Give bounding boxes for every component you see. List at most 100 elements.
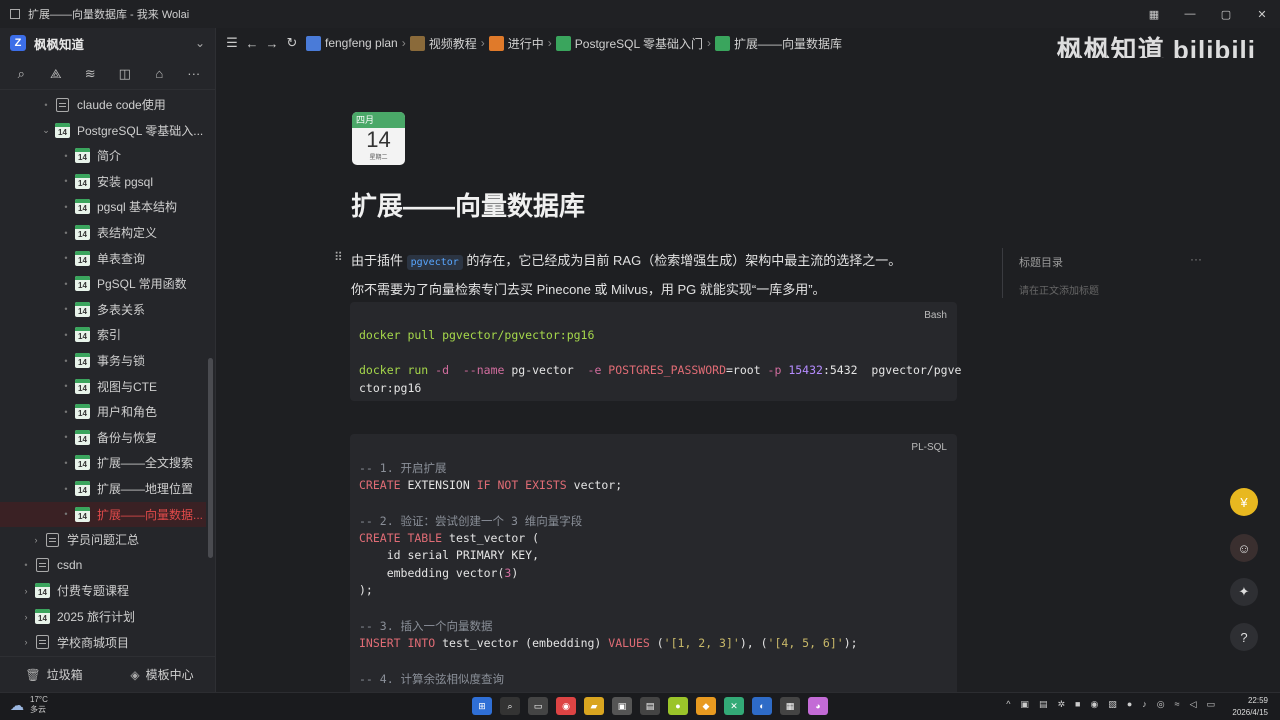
trash-button[interactable]: 🗑 垃圾箱 bbox=[0, 666, 108, 683]
volume-icon[interactable]: ◁ bbox=[1190, 699, 1197, 710]
sidebar-item[interactable]: • 14 单表查询 bbox=[0, 246, 206, 271]
code-block-sql[interactable]: PL-SQL -- 1. 开启扩展 CREATE EXTENSION IF NO… bbox=[350, 434, 957, 692]
tray-icon[interactable]: ◎ bbox=[1157, 699, 1165, 710]
sidebar-item[interactable]: • 14 事务与锁 bbox=[0, 348, 206, 373]
bullet-icon[interactable]: • bbox=[60, 202, 72, 212]
bullet-icon[interactable]: • bbox=[60, 356, 72, 366]
breadcrumb-item[interactable]: 进行中 › bbox=[488, 35, 552, 52]
sidebar-item[interactable]: › 学员问题汇总 bbox=[0, 527, 206, 552]
breadcrumb-item[interactable]: 视频教程 › bbox=[409, 35, 485, 52]
weather-widget[interactable]: ☁ 17°C 多云 bbox=[10, 695, 48, 715]
maximize-button[interactable]: ▢ bbox=[1208, 0, 1244, 28]
folder-icon[interactable]: ▰ bbox=[584, 697, 604, 715]
battery-icon[interactable]: ▭ bbox=[1206, 699, 1215, 710]
sidebar-item[interactable]: › 学校商城项目 bbox=[0, 630, 206, 652]
chevron-up-icon[interactable]: ^ bbox=[1006, 699, 1010, 710]
bullet-icon[interactable]: • bbox=[60, 509, 72, 519]
avatar[interactable]: ☺ bbox=[1230, 534, 1258, 562]
chevron-right-icon[interactable]: › bbox=[20, 612, 32, 622]
app-icon[interactable]: ◕ bbox=[808, 697, 828, 715]
breadcrumb-item[interactable]: PostgreSQL 零基础入门 › bbox=[555, 35, 711, 52]
tray-icon[interactable]: ▣ bbox=[1020, 699, 1029, 710]
more-icon[interactable]: ··· bbox=[182, 66, 206, 81]
page-title[interactable]: 扩展——向量数据库 bbox=[351, 186, 585, 223]
sidebar-item[interactable]: › 14 2025 旅行计划 bbox=[0, 604, 206, 629]
code-language-label[interactable]: PL-SQL bbox=[911, 442, 947, 453]
drag-handle-icon[interactable]: ⠿ bbox=[334, 250, 343, 264]
app-icon[interactable]: ▤ bbox=[640, 697, 660, 715]
graph-icon[interactable]: ⟁ bbox=[44, 66, 68, 82]
app-icon[interactable]: ◐ bbox=[752, 697, 772, 715]
tray-icon[interactable]: ● bbox=[1127, 699, 1132, 710]
forward-icon[interactable]: → bbox=[262, 36, 282, 51]
bullet-icon[interactable]: • bbox=[60, 407, 72, 417]
sidebar-item[interactable]: • 14 简介 bbox=[0, 143, 206, 168]
sidebar-item[interactable]: • 14 视图与CTE bbox=[0, 374, 206, 399]
help-icon[interactable]: ? bbox=[1230, 623, 1258, 651]
inbox-icon[interactable]: ⌂ bbox=[147, 66, 171, 81]
bullet-icon[interactable]: • bbox=[60, 228, 72, 238]
sidebar-item[interactable]: • 14 备份与恢复 bbox=[0, 425, 206, 450]
chevron-right-icon[interactable]: › bbox=[20, 586, 32, 596]
sidebar-item[interactable]: • 14 表结构定义 bbox=[0, 220, 206, 245]
bullet-icon[interactable]: • bbox=[60, 253, 72, 263]
chrome-icon[interactable]: ◉ bbox=[556, 697, 576, 715]
code-language-label[interactable]: Bash bbox=[924, 310, 947, 321]
wolai-icon[interactable]: ▣ bbox=[612, 697, 632, 715]
bolt-icon[interactable]: ≋ bbox=[78, 66, 102, 82]
paragraph[interactable]: 由于插件 pgvector 的存在，它已经成为目前 RAG（检索增强生成）架构中… bbox=[351, 250, 901, 270]
breadcrumb-item[interactable]: 扩展——向量数据库 bbox=[715, 35, 842, 52]
bullet-icon[interactable]: • bbox=[20, 560, 32, 570]
code-block-bash[interactable]: Bash docker pull pgvector/pgvector:pg16 … bbox=[350, 302, 961, 401]
wechat-icon[interactable]: ◉ bbox=[1090, 699, 1098, 710]
start-icon[interactable]: ⊞ bbox=[472, 697, 492, 715]
more-icon[interactable]: ··· bbox=[1190, 252, 1202, 266]
close-button[interactable]: ✕ bbox=[1244, 0, 1280, 28]
app-icon[interactable]: ✕ bbox=[724, 697, 744, 715]
page-calendar-icon[interactable]: 四月 14 星期二 bbox=[352, 112, 405, 165]
tray-icon[interactable]: ▧ bbox=[1108, 699, 1117, 710]
sidebar-item[interactable]: • 14 扩展——向量数据... bbox=[0, 501, 206, 527]
bullet-icon[interactable]: • bbox=[60, 151, 72, 161]
chart-icon[interactable]: ◫ bbox=[113, 66, 137, 82]
bullet-icon[interactable]: • bbox=[60, 304, 72, 314]
sidebar-item[interactable]: › 14 付费专题课程 bbox=[0, 578, 206, 603]
back-icon[interactable]: ← bbox=[242, 36, 262, 51]
sidebar-item[interactable]: • 14 安装 pgsql bbox=[0, 169, 206, 194]
bullet-icon[interactable]: • bbox=[60, 432, 72, 442]
app-icon[interactable]: ◆ bbox=[696, 697, 716, 715]
sidebar-item[interactable]: • 14 多表关系 bbox=[0, 297, 206, 322]
chevron-right-icon[interactable]: › bbox=[30, 535, 42, 545]
minimize-button[interactable]: — bbox=[1172, 0, 1208, 28]
refresh-icon[interactable]: ↻ bbox=[282, 35, 302, 51]
templates-button[interactable]: ◈ 模板中心 bbox=[108, 666, 216, 683]
search-icon[interactable]: ⌕ bbox=[9, 66, 33, 82]
mic-icon[interactable]: ♪ bbox=[1142, 699, 1147, 710]
app-icon[interactable]: ▦ bbox=[780, 697, 800, 715]
sidebar-item[interactable]: • csdn bbox=[0, 553, 206, 578]
sidebar-item[interactable]: • 14 扩展——地理位置 bbox=[0, 476, 206, 501]
tray-icon[interactable]: ▤ bbox=[1039, 699, 1048, 710]
tray-icon[interactable]: ✲ bbox=[1057, 699, 1065, 710]
bullet-icon[interactable]: • bbox=[60, 484, 72, 494]
sidebar-item[interactable]: • 14 pgsql 基本结构 bbox=[0, 194, 206, 219]
tray-icon[interactable]: ■ bbox=[1075, 699, 1080, 710]
breadcrumb-item[interactable]: fengfeng plan › bbox=[306, 35, 406, 51]
workspace-switcher[interactable]: Z 枫枫知道 ⌄ bbox=[0, 28, 215, 58]
bullet-icon[interactable]: • bbox=[60, 279, 72, 289]
grid-icon[interactable]: ▦ bbox=[1136, 0, 1172, 28]
chevron-down-icon[interactable]: ⌄ bbox=[195, 36, 205, 50]
sidebar-item[interactable]: • 14 PgSQL 常用函数 bbox=[0, 271, 206, 296]
bullet-icon[interactable]: • bbox=[60, 458, 72, 468]
sidebar-item[interactable]: • 14 扩展——全文搜索 bbox=[0, 450, 206, 475]
sidebar-item[interactable]: • claude code使用 bbox=[0, 92, 206, 117]
paragraph[interactable]: 你不需要为了向量检索专门去买 Pinecone 或 Milvus，用 PG 就能… bbox=[351, 279, 826, 298]
wifi-icon[interactable]: ≈ bbox=[1175, 699, 1180, 710]
sidebar-item[interactable]: • 14 用户和角色 bbox=[0, 399, 206, 424]
bullet-icon[interactable]: • bbox=[40, 100, 52, 110]
chevron-down-icon[interactable]: ⌄ bbox=[40, 125, 52, 136]
chevron-right-icon[interactable]: › bbox=[20, 637, 32, 647]
ai-assistant-icon[interactable]: ✦ bbox=[1230, 578, 1258, 606]
bullet-icon[interactable]: • bbox=[60, 330, 72, 340]
coin-icon[interactable]: ¥ bbox=[1230, 488, 1258, 516]
